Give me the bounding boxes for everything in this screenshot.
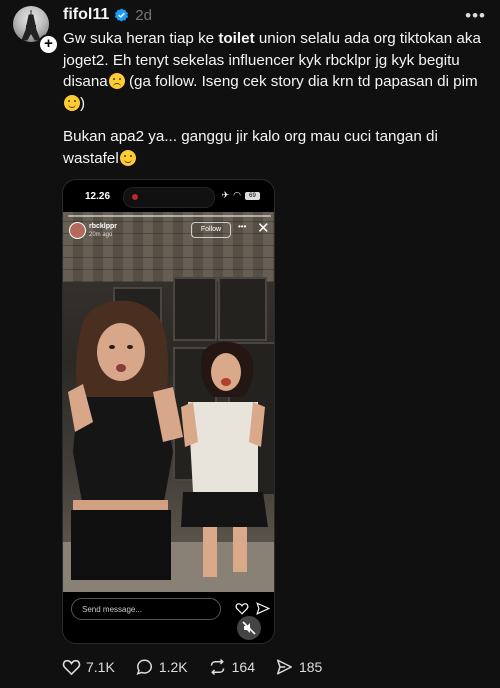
dynamic-island	[123, 187, 215, 208]
post-paragraph-1: Gw suka heran tiap ke toilet union selal…	[63, 28, 483, 114]
send-icon[interactable]	[256, 602, 270, 615]
repost-button[interactable]: 164	[208, 658, 255, 676]
airplane-icon: ✈	[221, 190, 230, 200]
story-avatar[interactable]	[69, 222, 86, 239]
text-segment: Bukan apa2 ya... ganggu jir kalo org mau…	[63, 128, 438, 167]
send-message-input[interactable]: Send message...	[71, 598, 221, 620]
share-button[interactable]: 185	[275, 658, 322, 676]
more-options-icon[interactable]: •••	[465, 6, 486, 26]
people-dancing	[63, 300, 274, 592]
story-time: 20m ago	[89, 232, 113, 238]
like-button[interactable]: 7.1K	[62, 658, 115, 676]
story-reply-bar: Send message...	[63, 592, 274, 643]
slight-smile-emoji-icon	[119, 149, 136, 166]
wifi-icon: ◠	[233, 190, 241, 200]
story-progress-bar	[68, 215, 271, 217]
worried-face-emoji-icon	[108, 73, 125, 89]
post-paragraph-2: Bukan apa2 ya... ganggu jir kalo org mau…	[63, 126, 483, 169]
slight-smile-emoji-icon	[64, 94, 80, 111]
send-icon	[276, 659, 292, 675]
status-bar: 12.26 ✈ ◠ 69	[63, 180, 274, 212]
bold-text: toilet	[218, 30, 255, 47]
verified-badge-icon	[115, 7, 129, 22]
repost-count: 164	[231, 659, 255, 675]
heart-icon[interactable]	[235, 602, 249, 615]
mute-button[interactable]	[237, 616, 261, 640]
reply-count: 1.2K	[158, 659, 188, 675]
story-photo: rbcklppr 20m ago Follow ••• ✕	[63, 212, 274, 592]
repost-icon	[210, 658, 224, 676]
text-segment: Gw suka heran tiap ke	[63, 30, 219, 47]
battery-icon: 69	[245, 191, 260, 200]
share-count: 185	[298, 659, 323, 675]
speaker-muted-icon	[242, 621, 256, 635]
like-count: 7.1K	[86, 659, 115, 675]
text-segment: (ga follow. Iseng cek story dia krn td p…	[124, 73, 478, 90]
story-username[interactable]: rbcklppr	[89, 223, 117, 230]
attached-screenshot[interactable]: 12.26 ✈ ◠ 69 rbcklppr 20m ago Follow •••…	[62, 179, 275, 644]
follow-button[interactable]: Follow	[191, 222, 231, 238]
heart-icon	[62, 659, 81, 676]
comment-icon	[136, 659, 152, 675]
post-time: 2d	[135, 6, 152, 24]
post-body: Gw suka heran tiap ke toilet union selal…	[63, 28, 483, 169]
status-icons: ✈ ◠ 69	[222, 190, 260, 201]
action-bar: 7.1K 1.2K 164 185	[62, 658, 342, 676]
username[interactable]: fifol11	[63, 6, 109, 24]
reply-button[interactable]: 1.2K	[135, 658, 188, 676]
follow-plus-icon[interactable]: +	[38, 34, 59, 55]
text-segment: )	[80, 94, 86, 112]
story-more-icon[interactable]: •••	[238, 222, 246, 231]
status-clock: 12.26	[85, 191, 111, 202]
post-header: fifol11 2d	[63, 5, 152, 25]
close-icon[interactable]: ✕	[257, 219, 270, 237]
recording-dot-icon	[132, 194, 138, 200]
